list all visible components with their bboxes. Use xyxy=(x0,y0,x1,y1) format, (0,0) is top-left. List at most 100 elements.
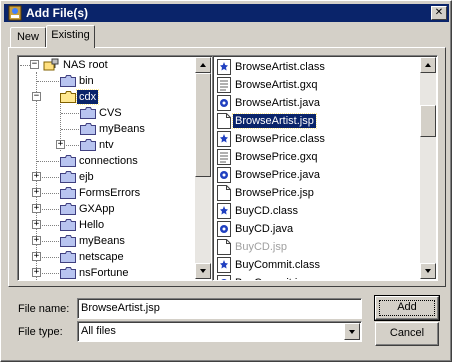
title-bar[interactable]: Add File(s) ✕ xyxy=(4,4,449,22)
tree-item-label: nsFortune xyxy=(79,267,129,279)
expand-icon[interactable]: + xyxy=(32,268,41,277)
expand-icon[interactable]: + xyxy=(32,204,41,213)
file-list-item[interactable]: BrowseArtist.java xyxy=(215,94,415,112)
file-list-item[interactable]: BuyCommit.class xyxy=(215,256,415,274)
class-file-icon xyxy=(217,257,231,273)
expand-icon[interactable]: + xyxy=(32,172,41,181)
file-list-scrollbar[interactable] xyxy=(420,57,436,279)
file-type-value: All files xyxy=(81,325,116,337)
tree-item-label: bin xyxy=(79,75,94,87)
expand-icon[interactable]: + xyxy=(32,236,41,245)
file-list-item[interactable]: BuyCD.class xyxy=(215,202,415,220)
folder-tree[interactable]: − NAS root bin − cdx CVS myBeans + ntv c… xyxy=(17,55,213,281)
tree-item-label: Hello xyxy=(79,219,105,231)
add-files-dialog: Add File(s) ✕ New Existing − NAS root bi… xyxy=(0,0,452,362)
tree-item-bin[interactable]: bin xyxy=(20,73,200,89)
folder-icon xyxy=(80,139,96,151)
tree-item-label: ntv xyxy=(99,139,114,151)
dropdown-button[interactable] xyxy=(344,323,360,340)
expand-icon[interactable]: + xyxy=(56,140,65,149)
file-type-label: File type: xyxy=(18,326,63,338)
tree-scrollbar[interactable] xyxy=(195,57,211,279)
file-name: BrowsePrice.java xyxy=(235,169,320,181)
tree-item-hello[interactable]: + Hello xyxy=(20,217,200,233)
file-name: BuyCommit.java xyxy=(233,276,317,280)
file-name-input[interactable]: BrowseArtist.jsp xyxy=(77,298,362,319)
file-list-item[interactable]: BrowsePrice.gxq xyxy=(215,148,415,166)
scroll-down-button[interactable] xyxy=(420,263,436,279)
scroll-thumb[interactable] xyxy=(195,73,211,177)
file-name: BuyCommit.class xyxy=(235,259,320,271)
tree-item-mybeans[interactable]: + myBeans xyxy=(20,233,200,249)
tree-item-netscape[interactable]: + netscape xyxy=(20,249,200,265)
file-list-item[interactable]: BuyCD.java xyxy=(215,220,415,238)
file-type-select[interactable]: All files xyxy=(77,321,362,342)
file-list-item[interactable]: BrowsePrice.class xyxy=(215,130,415,148)
document-icon xyxy=(217,185,231,201)
file-name: BrowseArtist.java xyxy=(235,97,320,109)
file-list-item[interactable]: BuyCD.jsp xyxy=(215,238,415,256)
file-name: BrowsePrice.jsp xyxy=(235,187,314,199)
tree-item-connections[interactable]: connections xyxy=(20,153,200,169)
file-name: BuyCD.class xyxy=(235,205,298,217)
tree-item-label: ejb xyxy=(79,171,94,183)
add-button[interactable]: Add xyxy=(374,295,440,321)
folder-icon xyxy=(80,107,96,119)
scroll-thumb[interactable] xyxy=(420,105,436,137)
tab-new-label: New xyxy=(16,31,39,43)
file-list-item[interactable]: BrowseArtist.jsp xyxy=(215,112,415,130)
tree-item-cvs[interactable]: CVS xyxy=(20,105,200,121)
close-icon: ✕ xyxy=(434,7,444,18)
tab-new[interactable]: New xyxy=(10,27,46,47)
cancel-button[interactable]: Cancel xyxy=(375,322,439,346)
scroll-up-button[interactable] xyxy=(195,57,211,73)
file-list-item[interactable]: BrowsePrice.jsp xyxy=(215,184,415,202)
app-icon xyxy=(8,5,22,21)
tree-item-ntv[interactable]: + ntv xyxy=(20,137,200,153)
tree-item-cdx[interactable]: − cdx xyxy=(20,89,200,105)
class-file-icon xyxy=(217,203,231,219)
expand-icon[interactable]: + xyxy=(32,220,41,229)
arrow-down-icon xyxy=(200,269,206,273)
tree-item-label: connections xyxy=(79,155,138,167)
expand-icon[interactable]: + xyxy=(32,252,41,261)
file-name-label: File name: xyxy=(18,303,70,315)
tree-root[interactable]: − NAS root xyxy=(20,57,200,73)
window-title: Add File(s) xyxy=(26,6,88,20)
class-file-icon xyxy=(217,59,231,75)
file-list-item[interactable]: BrowseArtist.gxq xyxy=(215,76,415,94)
tree-item-gxapp[interactable]: + GXApp xyxy=(20,201,200,217)
file-name: BrowseArtist.gxq xyxy=(235,79,318,91)
open-folder-icon xyxy=(60,91,76,103)
tree-item-label: myBeans xyxy=(99,123,145,135)
text-file-icon xyxy=(217,149,231,165)
folder-icon xyxy=(60,155,76,167)
file-name: BrowseArtist.jsp xyxy=(232,113,317,129)
arrow-up-icon xyxy=(200,63,206,67)
tab-panel-existing: − NAS root bin − cdx CVS myBeans + ntv c… xyxy=(8,47,446,287)
file-name: BrowsePrice.gxq xyxy=(235,151,318,163)
scroll-up-button[interactable] xyxy=(420,57,436,73)
tree-item-mybeans-child[interactable]: myBeans xyxy=(20,121,200,137)
expand-icon[interactable]: + xyxy=(32,188,41,197)
folder-icon xyxy=(60,75,76,87)
folder-icon xyxy=(80,123,96,135)
tab-existing[interactable]: Existing xyxy=(46,25,95,48)
folder-icon xyxy=(60,171,76,183)
file-name: BuyCD.java xyxy=(235,223,294,235)
file-list-item[interactable]: BrowsePrice.java xyxy=(215,166,415,184)
file-list-item[interactable]: BuyCommit.java xyxy=(215,274,415,280)
file-list-item[interactable]: BrowseArtist.class xyxy=(215,58,415,76)
tree-item-formserrors[interactable]: + FormsErrors xyxy=(20,185,200,201)
scroll-down-button[interactable] xyxy=(195,263,211,279)
network-root-icon xyxy=(43,58,59,71)
java-file-icon xyxy=(217,275,231,280)
close-button[interactable]: ✕ xyxy=(431,6,447,20)
chevron-down-icon xyxy=(349,330,355,334)
tree-item-ejb[interactable]: + ejb xyxy=(20,169,200,185)
collapse-icon[interactable]: − xyxy=(32,92,41,101)
tree-item-nsfortune[interactable]: + nsFortune xyxy=(20,265,200,280)
file-name-value: BrowseArtist.jsp xyxy=(81,302,160,314)
collapse-icon[interactable]: − xyxy=(30,60,39,69)
file-list[interactable]: BrowseArtist.class BrowseArtist.gxq Browse… xyxy=(212,55,438,281)
